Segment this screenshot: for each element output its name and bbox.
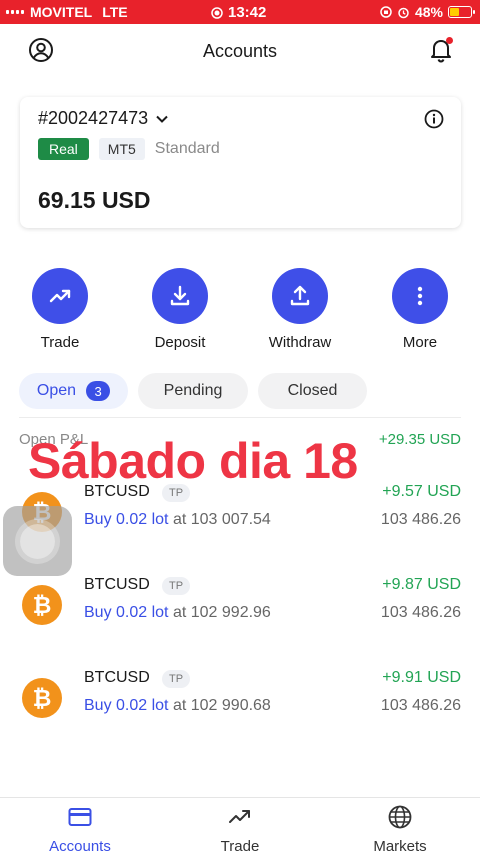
- position-row[interactable]: ₿ BTCUSD TP +9.91 USD Buy 0.02 lot at 10…: [0, 669, 480, 739]
- platform-badge: MT5: [98, 138, 145, 160]
- page-title: Accounts: [202, 41, 278, 61]
- position-open-price: 103 007.54: [190, 511, 271, 528]
- download-icon: [170, 285, 190, 306]
- action-bar: Trade Deposit Withdraw More: [0, 268, 480, 354]
- tab-open-count: 3: [86, 381, 111, 401]
- signal-icon: [6, 10, 24, 14]
- position-open-price: 102 990.68: [190, 697, 271, 714]
- nav-markets-label: Markets: [373, 838, 427, 854]
- trade-button[interactable]: Trade: [0, 268, 120, 351]
- account-card[interactable]: #2002427473 Real MT5 Standard 69.15 USD: [20, 97, 461, 228]
- orientation-lock-icon: [380, 6, 392, 18]
- position-symbol: BTCUSD: [84, 576, 150, 593]
- recording-icon: [211, 6, 223, 19]
- position-detail: Buy 0.02 lot at 102 990.68: [84, 697, 271, 715]
- nav-accounts[interactable]: Accounts: [0, 804, 160, 854]
- take-profit-tag: TP: [162, 670, 191, 688]
- tab-closed[interactable]: Closed: [258, 373, 367, 409]
- bottom-nav: Accounts Trade Markets: [0, 797, 480, 854]
- tab-pending[interactable]: Pending: [138, 373, 248, 409]
- withdraw-button[interactable]: Withdraw: [240, 268, 360, 351]
- nav-markets[interactable]: Markets: [320, 804, 480, 854]
- account-number: #2002427473: [38, 108, 149, 128]
- bitcoin-icon: ₿: [22, 678, 62, 718]
- info-icon[interactable]: [424, 109, 444, 129]
- bitcoin-icon: ₿: [22, 585, 62, 625]
- globe-icon: [388, 805, 412, 829]
- account-type-badge: Real: [38, 138, 89, 160]
- more-button[interactable]: More: [360, 268, 480, 351]
- position-profit: +9.87 USD: [382, 576, 461, 593]
- position-at: at: [172, 697, 187, 714]
- trend-up-icon: [229, 810, 250, 823]
- battery-percent: 48%: [414, 4, 443, 20]
- notification-dot: [446, 37, 453, 44]
- position-profit: +9.91 USD: [382, 669, 461, 686]
- carrier-name: MOVITEL: [30, 4, 93, 20]
- battery-icon: [448, 6, 475, 18]
- divider: [19, 417, 461, 418]
- position-current-price: 103 486.26: [380, 511, 461, 528]
- position-current-price: 103 486.26: [380, 697, 461, 714]
- notification-button[interactable]: [428, 36, 454, 64]
- trade-button-label: Trade: [40, 334, 80, 351]
- position-symbol: BTCUSD: [84, 669, 150, 686]
- alarm-icon: [398, 7, 409, 18]
- withdraw-button-label: Withdraw: [268, 334, 332, 351]
- position-profit: +9.57 USD: [382, 483, 461, 500]
- assistive-touch-button[interactable]: [3, 506, 72, 576]
- tab-pending-label: Pending: [163, 382, 223, 399]
- position-row[interactable]: ₿ BTCUSD TP +9.57 USD Buy 0.02 lot at 10…: [0, 483, 480, 553]
- account-selector[interactable]: #2002427473: [38, 108, 170, 129]
- overlay-caption: Sábado dia 18: [28, 433, 358, 489]
- status-bar: MOVITEL LTE 13:42 48%: [0, 0, 480, 24]
- deposit-button-label: Deposit: [154, 334, 206, 351]
- more-button-label: More: [402, 334, 438, 351]
- trend-up-icon: [49, 289, 71, 303]
- take-profit-tag: TP: [162, 577, 191, 595]
- position-open-price: 102 992.96: [190, 604, 271, 621]
- nav-accounts-label: Accounts: [49, 838, 111, 854]
- chevron-down-icon: [156, 115, 168, 123]
- position-side-lot: Buy 0.02 lot: [84, 511, 169, 528]
- position-detail: Buy 0.02 lot at 102 992.96: [84, 604, 271, 622]
- open-pnl-value: +29.35 USD: [378, 431, 461, 448]
- tab-closed-label: Closed: [287, 382, 338, 399]
- more-vertical-icon: [417, 286, 423, 306]
- account-kind: Standard: [154, 140, 220, 157]
- position-at: at: [172, 604, 187, 621]
- nav-trade[interactable]: Trade: [160, 804, 320, 854]
- position-current-price: 103 486.26: [380, 604, 461, 621]
- position-detail: Buy 0.02 lot at 103 007.54: [84, 511, 271, 529]
- app-header: Accounts: [0, 24, 480, 78]
- tab-open[interactable]: Open 3: [19, 373, 128, 409]
- position-at: at: [172, 511, 187, 528]
- deposit-button[interactable]: Deposit: [120, 268, 240, 351]
- network-type: LTE: [102, 4, 128, 20]
- status-time: 13:42: [228, 4, 267, 21]
- card-icon: [68, 808, 92, 826]
- position-side-lot: Buy 0.02 lot: [84, 604, 169, 621]
- position-row[interactable]: ₿ BTCUSD TP +9.87 USD Buy 0.02 lot at 10…: [0, 576, 480, 646]
- position-side-lot: Buy 0.02 lot: [84, 697, 169, 714]
- position-tabs: Open 3 Pending Closed: [19, 373, 367, 409]
- account-balance: 69.15 USD: [38, 187, 151, 213]
- nav-trade-label: Trade: [220, 838, 260, 854]
- tab-open-label: Open: [36, 382, 77, 399]
- upload-icon: [290, 285, 310, 306]
